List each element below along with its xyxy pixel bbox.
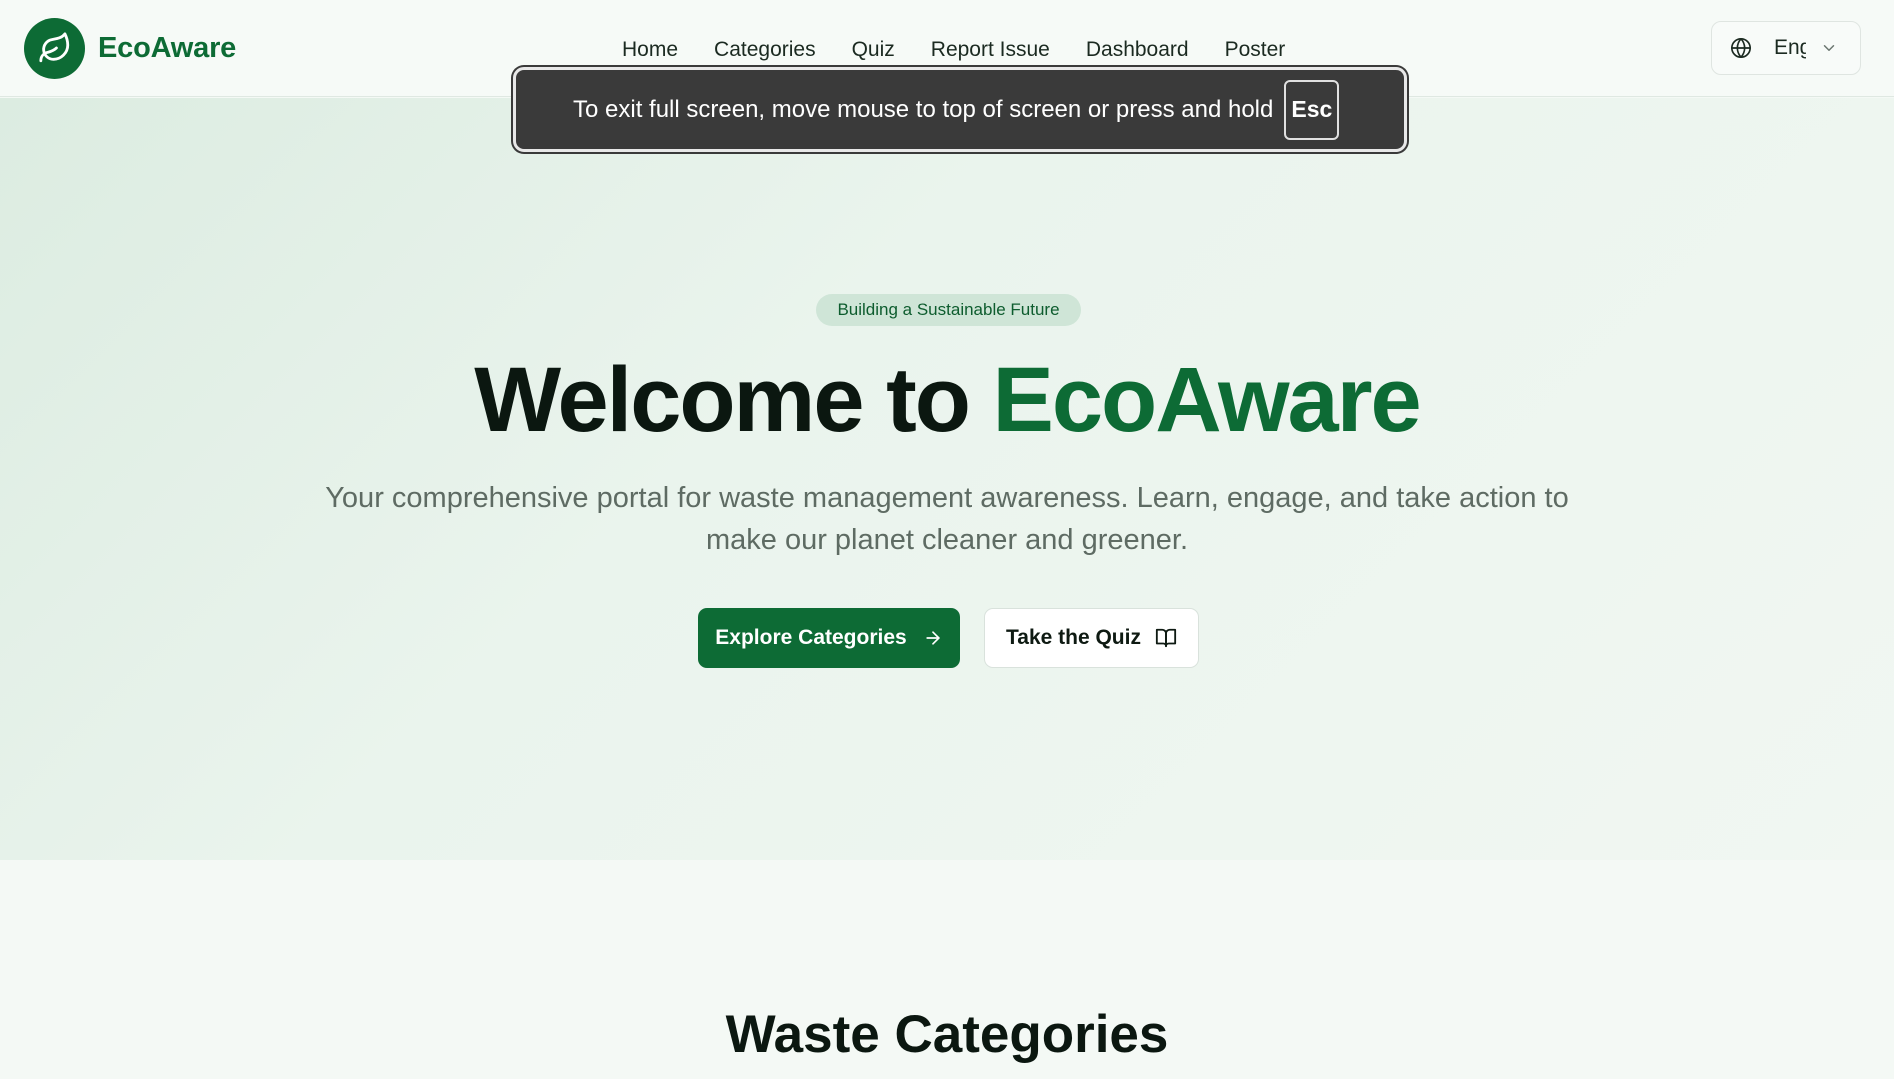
hero-title-prefix: Welcome to bbox=[474, 349, 993, 451]
explore-categories-button[interactable]: Explore Categories bbox=[698, 608, 960, 668]
take-quiz-button[interactable]: Take the Quiz bbox=[984, 608, 1199, 668]
nav-item-categories[interactable]: Categories bbox=[714, 38, 816, 62]
hero-section: Building a Sustainable Future Welcome to… bbox=[0, 98, 1894, 860]
hero-title-accent: EcoAware bbox=[992, 349, 1421, 451]
take-quiz-label: Take the Quiz bbox=[1006, 626, 1141, 649]
book-open-icon bbox=[1155, 627, 1177, 649]
language-selected-value: Eng bbox=[1774, 36, 1806, 59]
nav-item-home[interactable]: Home bbox=[622, 38, 678, 62]
chevron-down-icon bbox=[1820, 39, 1838, 57]
nav-item-poster[interactable]: Poster bbox=[1225, 38, 1286, 62]
esc-key-hint: Esc bbox=[1284, 79, 1340, 140]
globe-icon bbox=[1730, 37, 1752, 59]
fullscreen-toast-message: To exit full screen, move mouse to top o… bbox=[573, 95, 1274, 123]
arrow-right-icon bbox=[923, 628, 943, 648]
leaf-icon bbox=[24, 17, 85, 79]
nav-item-dashboard[interactable]: Dashboard bbox=[1086, 38, 1189, 62]
brand-name: EcoAware bbox=[98, 31, 237, 64]
fullscreen-exit-toast: To exit full screen, move mouse to top o… bbox=[513, 67, 1407, 152]
section-title: Waste Categories bbox=[725, 1005, 1169, 1064]
main-nav: Home Categories Quiz Report Issue Dashbo… bbox=[622, 34, 1285, 66]
brand-logo[interactable]: EcoAware bbox=[24, 17, 236, 79]
nav-item-report-issue[interactable]: Report Issue bbox=[931, 38, 1050, 62]
nav-item-quiz[interactable]: Quiz bbox=[852, 38, 895, 62]
language-select[interactable]: Eng bbox=[1711, 21, 1861, 75]
explore-categories-label: Explore Categories bbox=[715, 626, 907, 649]
hero-subtitle: Your comprehensive portal for waste mana… bbox=[325, 482, 1569, 556]
hero-title: Welcome to EcoAware bbox=[0, 348, 1894, 453]
waste-categories-section: Waste Categories bbox=[0, 860, 1894, 1079]
hero-badge: Building a Sustainable Future bbox=[816, 294, 1081, 326]
